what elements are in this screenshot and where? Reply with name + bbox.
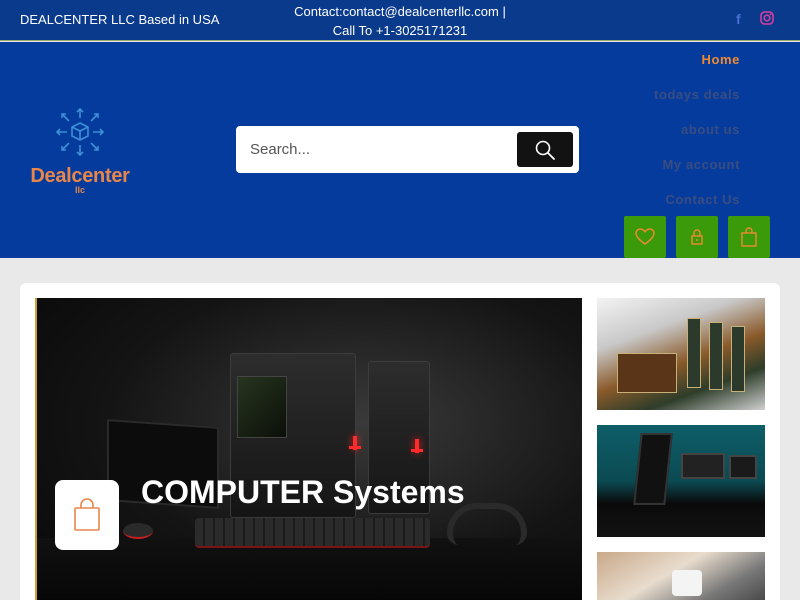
search-button[interactable] bbox=[517, 132, 573, 167]
lock-icon bbox=[691, 229, 703, 245]
category-thumbnail-workspace[interactable] bbox=[597, 552, 765, 600]
monitor-image bbox=[633, 433, 673, 505]
hero-keyboard-image bbox=[195, 518, 430, 548]
tower-red-led bbox=[349, 436, 361, 450]
hero-edge-line bbox=[35, 298, 37, 600]
contact-phone[interactable]: Call To +1-3025171231 bbox=[262, 21, 538, 40]
nav-todays-deals[interactable]: todays deals bbox=[654, 87, 740, 102]
hero-bag-tile[interactable] bbox=[55, 480, 119, 550]
facebook-icon[interactable]: f bbox=[736, 11, 741, 27]
hero-title: COMPUTER Systems bbox=[141, 474, 465, 510]
nav-home[interactable]: Home bbox=[701, 52, 740, 67]
tower-red-led bbox=[411, 439, 423, 453]
shopping-bag-icon bbox=[74, 498, 100, 531]
shopping-bag-icon bbox=[741, 227, 757, 247]
ram-slot bbox=[709, 322, 723, 390]
contact-info: Contact:contact@dealcenterllc.com | Call… bbox=[262, 2, 538, 40]
cart-button[interactable] bbox=[728, 216, 770, 258]
hero-banner[interactable]: COMPUTER Systems bbox=[35, 298, 582, 600]
device-image bbox=[672, 570, 702, 596]
category-thumbnail-motherboard[interactable] bbox=[597, 298, 765, 410]
ram-slot bbox=[687, 318, 701, 388]
account-lock-button[interactable] bbox=[676, 216, 718, 258]
monitor-image bbox=[681, 453, 725, 479]
site-logo[interactable]: Dealcenter llc bbox=[18, 106, 142, 195]
board-chip bbox=[617, 353, 677, 393]
contact-email[interactable]: Contact:contact@dealcenterllc.com | bbox=[262, 2, 538, 21]
site-header: Dealcenter llc Home todays deals about u… bbox=[0, 42, 800, 258]
tower-glass-panel bbox=[237, 376, 287, 438]
search-bar bbox=[236, 126, 579, 173]
nav-my-account[interactable]: My account bbox=[662, 157, 740, 172]
wishlist-button[interactable] bbox=[624, 216, 666, 258]
top-bar: DEALCENTER LLC Based in USA Contact:cont… bbox=[0, 0, 800, 41]
heart-icon bbox=[635, 228, 655, 245]
search-input[interactable] bbox=[250, 138, 510, 160]
logo-network-icon bbox=[55, 107, 105, 157]
nav-about-us[interactable]: about us bbox=[681, 122, 740, 137]
ram-slot bbox=[731, 326, 745, 392]
search-icon bbox=[535, 140, 555, 160]
nav-contact-us[interactable]: Contact Us bbox=[665, 192, 740, 207]
instagram-icon[interactable] bbox=[760, 11, 774, 28]
hero-mouse-image bbox=[123, 523, 153, 539]
company-tagline: DEALCENTER LLC Based in USA bbox=[20, 12, 220, 27]
monitor-image bbox=[729, 455, 757, 479]
category-thumbnail-desk-setup[interactable] bbox=[597, 425, 765, 537]
